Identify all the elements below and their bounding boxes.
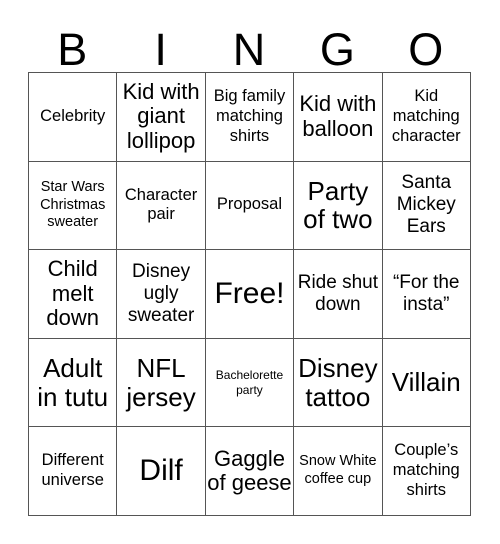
bingo-cell[interactable]: NFL jersey (117, 338, 206, 428)
bingo-cell[interactable]: Snow White coffee cup (294, 427, 383, 516)
bingo-cell[interactable]: Kid matching character (382, 73, 471, 162)
bingo-cell-label: Couple’s matching shirts (392, 441, 460, 500)
bingo-cell-label: Villain (391, 367, 461, 398)
bingo-cell[interactable]: Villain (382, 338, 471, 428)
bingo-cell-label: Gaggle of geese (207, 445, 292, 496)
bingo-cell[interactable]: Star Wars Christmas sweater (29, 161, 118, 251)
bingo-cell[interactable]: Bachelorette party (205, 338, 295, 428)
bingo-cell-label: “For the insta” (392, 271, 460, 315)
bingo-grid-row: Star Wars Christmas sweater Character pa… (29, 161, 471, 251)
bingo-header-letter: B (57, 24, 88, 76)
bingo-header-cell-b: B (28, 14, 116, 72)
bingo-cell[interactable]: Santa Mickey Ears (382, 161, 471, 251)
bingo-cell[interactable]: Dilf (117, 427, 206, 516)
bingo-grid-row: Child melt down Disney ugly sweater Free… (29, 250, 471, 339)
bingo-cell-label: Ride shut down (297, 271, 378, 315)
bingo-cell-label: Free! (214, 277, 285, 311)
bingo-cell-label: Star Wars Christmas sweater (40, 178, 106, 231)
bingo-cell-label: Celebrity (40, 106, 106, 125)
bingo-cell-label: Character pair (124, 185, 198, 224)
bingo-cell[interactable]: Kid with giant lollipop (117, 73, 206, 162)
bingo-header-letter: N (232, 24, 266, 76)
bingo-cell[interactable]: Different universe (29, 427, 118, 516)
bingo-cell[interactable]: Party of two (294, 161, 383, 251)
bingo-cell-label: NFL jersey (126, 352, 196, 412)
bingo-header-row: B I N G O (28, 14, 470, 72)
bingo-cell-label: Santa Mickey Ears (396, 172, 456, 238)
bingo-grid-row: Different universe Dilf Gaggle of geese … (29, 427, 471, 516)
bingo-header-cell-i: I (116, 14, 204, 72)
bingo-cell[interactable]: Disney tattoo (294, 338, 383, 428)
bingo-cell[interactable]: Couple’s matching shirts (382, 427, 471, 516)
bingo-cell[interactable]: Ride shut down (294, 250, 383, 339)
bingo-grid: Celebrity Kid with giant lollipop Big fa… (28, 72, 471, 516)
bingo-header-cell-n: N (205, 14, 293, 72)
bingo-grid-row: Celebrity Kid with giant lollipop Big fa… (29, 73, 471, 162)
bingo-cell[interactable]: Big family matching shirts (205, 73, 295, 162)
bingo-cell-free[interactable]: Free! (205, 250, 295, 339)
bingo-cell[interactable]: Gaggle of geese (205, 427, 295, 516)
bingo-header-cell-g: G (293, 14, 381, 72)
bingo-cell-label: Dilf (139, 454, 183, 488)
bingo-grid-row: Adult in tutu NFL jersey Bachelorette pa… (29, 338, 471, 428)
bingo-cell-label: Proposal (216, 195, 283, 214)
bingo-cell-label: Party of two (303, 175, 373, 235)
bingo-header-letter: O (408, 24, 444, 76)
bingo-cell-label: Kid with giant lollipop (122, 78, 200, 154)
bingo-header-letter: G (319, 24, 355, 76)
bingo-cell-label: Bachelorette party (215, 367, 284, 397)
bingo-cell[interactable]: Celebrity (29, 73, 118, 162)
bingo-cell[interactable]: Kid with balloon (294, 73, 383, 162)
bingo-cell-label: Kid with balloon (299, 91, 377, 141)
bingo-cell[interactable]: “For the insta” (382, 250, 471, 339)
bingo-cell-label: Kid matching character (391, 87, 461, 145)
bingo-cell-label: Different universe (41, 451, 104, 490)
bingo-cell-label: Child melt down (46, 256, 99, 331)
bingo-cell-label: Big family matching shirts (213, 87, 286, 145)
bingo-cell[interactable]: Disney ugly sweater (117, 250, 206, 339)
bingo-header-letter: I (154, 24, 167, 76)
bingo-cell[interactable]: Character pair (117, 161, 206, 251)
bingo-cell-label: Disney ugly sweater (127, 260, 195, 326)
bingo-cell-label: Adult in tutu (37, 352, 109, 412)
bingo-cell-label: Disney tattoo (298, 352, 378, 412)
bingo-cell[interactable]: Adult in tutu (29, 338, 118, 428)
bingo-cell[interactable]: Child melt down (29, 250, 118, 339)
bingo-cell-label: Snow White coffee cup (299, 453, 377, 488)
bingo-header-cell-o: O (382, 14, 470, 72)
bingo-cell[interactable]: Proposal (205, 161, 295, 251)
bingo-card: B I N G O Celebrity Kid with giant lolli… (28, 14, 471, 516)
